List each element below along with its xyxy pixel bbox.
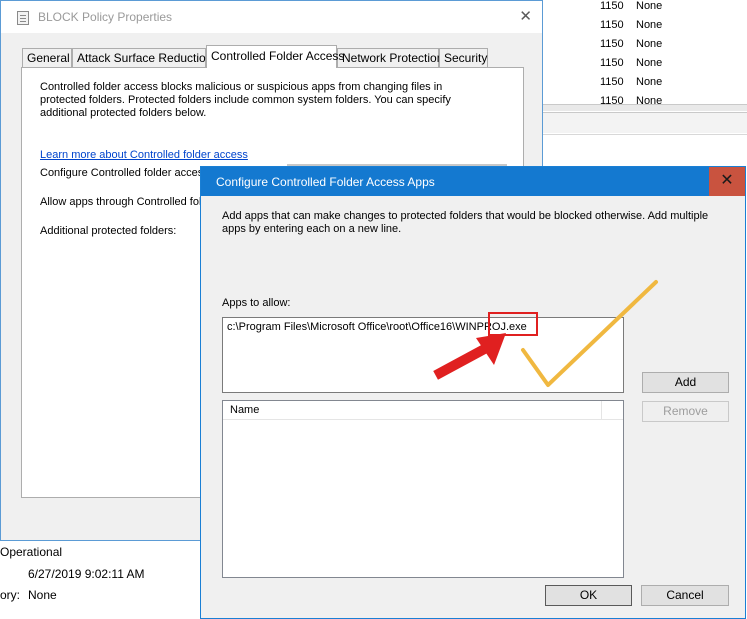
panel-description: Controlled folder access blocks maliciou… (40, 81, 451, 119)
table-row[interactable]: 1150 None (600, 38, 747, 57)
table-row[interactable]: 1150 None (600, 0, 747, 19)
column-separator[interactable] (601, 401, 602, 419)
event-id: 1150 (600, 76, 624, 88)
configure-apps-dialog: Configure Controlled Folder Access Apps … (200, 166, 746, 619)
additional-folders-label: Additional protected folders: (40, 225, 177, 237)
tab-security[interactable]: Security (439, 48, 488, 67)
close-icon[interactable]: ✕ (519, 7, 532, 25)
ok-button[interactable]: OK (545, 585, 632, 606)
event-level: None (636, 57, 663, 69)
properties-window-icon (17, 11, 29, 25)
close-icon[interactable]: ✕ (709, 167, 745, 196)
event-datetime: 6/27/2019 9:02:11 AM (28, 567, 145, 581)
tab-network-protection[interactable]: Network Protection (337, 48, 443, 67)
event-level: None (636, 19, 663, 31)
tab-attack-surface-reduction[interactable]: Attack Surface Reduction (72, 48, 212, 67)
event-status: Operational (0, 545, 63, 559)
event-id: 1150 (600, 57, 624, 69)
tab-controlled-folder-access[interactable]: Controlled Folder Access (206, 45, 344, 68)
event-level: None (636, 38, 663, 50)
table-row[interactable]: 1150 None (600, 57, 747, 76)
allowed-apps-list[interactable]: Name (222, 400, 624, 578)
add-button[interactable]: Add (642, 372, 729, 393)
dialog-description: Add apps that can make changes to protec… (222, 210, 709, 235)
table-row[interactable]: 1150 None (600, 95, 747, 104)
properties-titlebar[interactable]: BLOCK Policy Properties ✕ (1, 1, 542, 33)
allow-apps-label: Allow apps through Controlled fold (40, 196, 208, 208)
event-id: 1150 (600, 38, 624, 50)
dialog-titlebar[interactable]: Configure Controlled Folder Access Apps … (201, 167, 745, 196)
configure-label: Configure Controlled folder access (40, 167, 209, 179)
apps-to-allow-label: Apps to allow: (222, 297, 291, 309)
event-id: 1150 (600, 19, 624, 31)
event-category-label: ory: (0, 588, 21, 602)
name-column-header[interactable]: Name (230, 404, 259, 416)
apps-to-allow-input[interactable]: c:\Program Files\Microsoft Office\root\O… (222, 317, 624, 393)
dialog-title: Configure Controlled Folder Access Apps (216, 175, 435, 189)
pane-divider (543, 104, 747, 111)
table-row[interactable]: 1150 None (600, 76, 747, 95)
event-level: None (636, 0, 663, 12)
event-level: None (636, 76, 663, 88)
details-pane (543, 134, 747, 165)
event-id: 1150 (600, 95, 624, 104)
table-row[interactable]: 1150 None (600, 19, 747, 38)
learn-more-link[interactable]: Learn more about Controlled folder acces… (40, 149, 248, 161)
event-category-value: None (28, 588, 57, 602)
event-level: None (636, 95, 663, 104)
remove-button[interactable]: Remove (642, 401, 729, 422)
tab-general[interactable]: General (22, 48, 72, 67)
cancel-button[interactable]: Cancel (641, 585, 729, 606)
list-header[interactable]: Name (223, 401, 623, 420)
details-tab-strip (543, 112, 747, 133)
properties-window-title: BLOCK Policy Properties (38, 10, 173, 24)
event-id: 1150 (600, 0, 624, 12)
